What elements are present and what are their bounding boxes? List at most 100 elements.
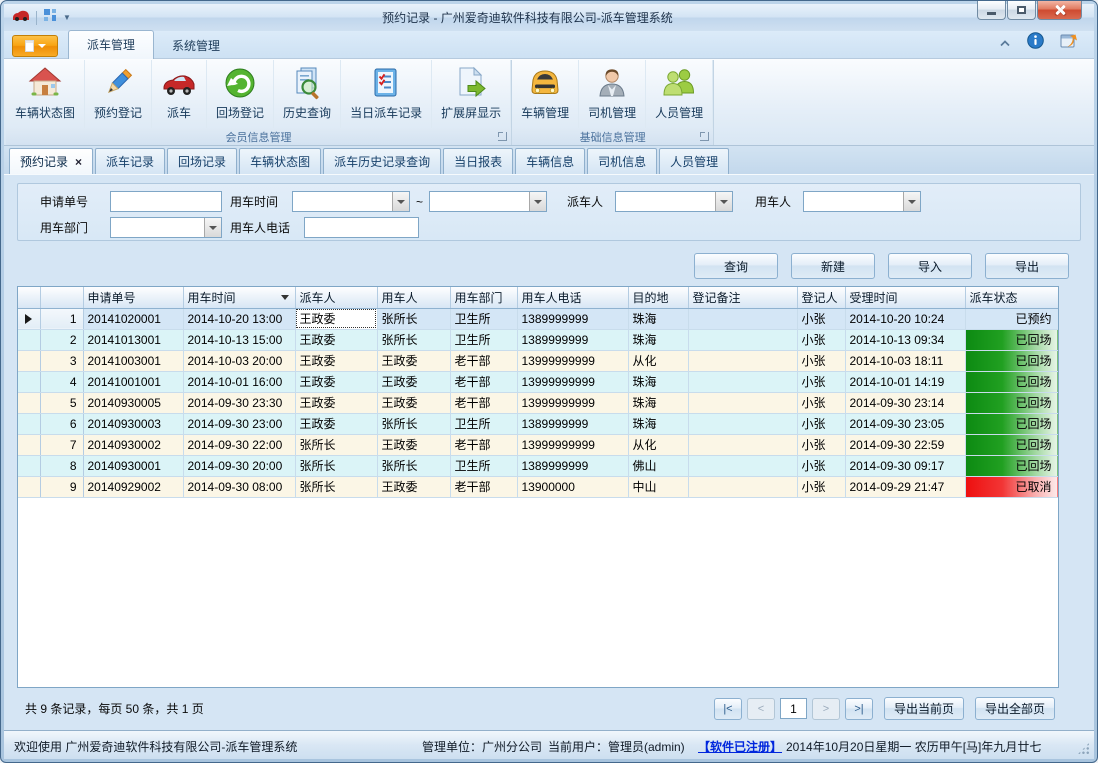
document-tab[interactable]: 车辆状态图 [239, 148, 321, 174]
cell-registrar[interactable]: 小张 [797, 476, 845, 497]
cell-dept[interactable]: 卫生所 [450, 329, 517, 350]
cell-dept[interactable]: 老干部 [450, 434, 517, 455]
cell-accept-time[interactable]: 2014-10-03 18:11 [845, 350, 965, 371]
cell-registrar[interactable]: 小张 [797, 329, 845, 350]
cell-dispatcher[interactable]: 王政委 [295, 308, 377, 329]
document-tab[interactable]: 司机信息 [587, 148, 657, 174]
column-header[interactable]: 派车状态 [965, 287, 1058, 308]
cell-phone[interactable]: 13999999999 [517, 350, 628, 371]
cell-user[interactable]: 张所长 [377, 413, 450, 434]
cell-dispatcher[interactable]: 王政委 [295, 413, 377, 434]
dispatcher-combo[interactable] [615, 191, 733, 212]
cell-registrar[interactable]: 小张 [797, 434, 845, 455]
document-tab[interactable]: 人员管理 [659, 148, 729, 174]
dialog-launcher-icon[interactable] [498, 132, 507, 141]
cell-use-time[interactable]: 2014-09-30 23:30 [183, 392, 295, 413]
cell-remark[interactable] [688, 350, 797, 371]
cell-order-no[interactable]: 20140930005 [83, 392, 183, 413]
next-page-button[interactable]: > [812, 698, 840, 720]
ribbon-button[interactable]: 司机管理 [579, 60, 646, 128]
registered-link[interactable]: 【软件已注册】 [698, 738, 782, 755]
cell-registrar[interactable]: 小张 [797, 371, 845, 392]
order-no-input[interactable] [110, 191, 222, 212]
document-tab[interactable]: 回场记录 [167, 148, 237, 174]
cell-use-time[interactable]: 2014-09-30 20:00 [183, 455, 295, 476]
table-row[interactable]: 6 20140930003 2014-09-30 23:00 王政委 张所长 卫… [18, 413, 1058, 434]
cell-user[interactable]: 王政委 [377, 350, 450, 371]
column-header[interactable]: 用车时间 [183, 287, 295, 308]
cell-status[interactable]: 已回场 [965, 434, 1058, 455]
cell-registrar[interactable]: 小张 [797, 308, 845, 329]
cell-order-no[interactable]: 20141003001 [83, 350, 183, 371]
cell-status[interactable]: 已回场 [965, 413, 1058, 434]
dept-combo[interactable] [110, 217, 222, 238]
ribbon-button[interactable]: 当日派车记录 [341, 60, 432, 128]
cell-destination[interactable]: 珠海 [628, 308, 688, 329]
cell-phone[interactable]: 1389999999 [517, 455, 628, 476]
document-tab[interactable]: 车辆信息 [515, 148, 585, 174]
app-menu-button[interactable] [12, 35, 58, 57]
cell-phone[interactable]: 13900000 [517, 476, 628, 497]
cell-accept-time[interactable]: 2014-10-20 10:24 [845, 308, 965, 329]
cell-destination[interactable]: 珠海 [628, 392, 688, 413]
cell-accept-time[interactable]: 2014-10-01 14:19 [845, 371, 965, 392]
column-header[interactable]: 用车人电话 [517, 287, 628, 308]
cell-registrar[interactable]: 小张 [797, 350, 845, 371]
restore-button[interactable] [1007, 1, 1036, 20]
cell-user[interactable]: 张所长 [377, 329, 450, 350]
cell-user[interactable]: 王政委 [377, 434, 450, 455]
cell-status[interactable]: 已回场 [965, 329, 1058, 350]
chevron-down-icon[interactable] [903, 192, 920, 211]
about-window-icon[interactable] [1060, 33, 1078, 54]
column-header[interactable]: 登记备注 [688, 287, 797, 308]
ribbon-button[interactable]: 派车 [152, 60, 207, 128]
action-button[interactable]: 查询 [694, 253, 778, 279]
ribbon-button[interactable]: 回场登记 [207, 60, 274, 128]
chevron-down-icon[interactable]: ▼ [63, 13, 71, 22]
cell-user[interactable]: 王政委 [377, 476, 450, 497]
cell-registrar[interactable]: 小张 [797, 392, 845, 413]
cell-destination[interactable]: 珠海 [628, 371, 688, 392]
cell-order-no[interactable]: 20140929002 [83, 476, 183, 497]
use-time-to-combo[interactable] [429, 191, 547, 212]
cell-use-time[interactable]: 2014-09-30 08:00 [183, 476, 295, 497]
cell-use-time[interactable]: 2014-09-30 22:00 [183, 434, 295, 455]
cell-dept[interactable]: 老干部 [450, 476, 517, 497]
chevron-down-icon[interactable] [392, 192, 409, 211]
column-header[interactable]: 用车部门 [450, 287, 517, 308]
cell-status[interactable]: 已回场 [965, 392, 1058, 413]
column-header[interactable]: 申请单号 [83, 287, 183, 308]
ribbon-button[interactable]: 人员管理 [646, 60, 713, 128]
cell-status[interactable]: 已回场 [965, 455, 1058, 476]
cell-phone[interactable]: 13999999999 [517, 434, 628, 455]
resize-grip-icon[interactable] [1077, 742, 1090, 755]
cell-destination[interactable]: 从化 [628, 350, 688, 371]
ribbon-tab[interactable]: 派车管理 [68, 30, 154, 59]
cell-order-no[interactable]: 20140930001 [83, 455, 183, 476]
cell-destination[interactable]: 从化 [628, 434, 688, 455]
table-row[interactable]: 7 20140930002 2014-09-30 22:00 张所长 王政委 老… [18, 434, 1058, 455]
cell-destination[interactable]: 佛山 [628, 455, 688, 476]
ribbon-button[interactable]: 扩展屏显示 [432, 60, 511, 128]
close-button[interactable] [1037, 1, 1082, 20]
action-button[interactable]: 导入 [888, 253, 972, 279]
cell-status[interactable]: 已回场 [965, 350, 1058, 371]
document-tab[interactable]: 当日报表 [443, 148, 513, 174]
user-combo[interactable] [803, 191, 921, 212]
cell-use-time[interactable]: 2014-09-30 23:00 [183, 413, 295, 434]
table-row[interactable]: 1 20141020001 2014-10-20 13:00 王政委 张所长 卫… [18, 308, 1058, 329]
ribbon-tab[interactable]: 系统管理 [154, 32, 238, 58]
cell-order-no[interactable]: 20141020001 [83, 308, 183, 329]
cell-use-time[interactable]: 2014-10-13 15:00 [183, 329, 295, 350]
cell-accept-time[interactable]: 2014-09-30 23:05 [845, 413, 965, 434]
chevron-down-icon[interactable] [715, 192, 732, 211]
table-row[interactable]: 2 20141013001 2014-10-13 15:00 王政委 张所长 卫… [18, 329, 1058, 350]
cell-phone[interactable]: 1389999999 [517, 308, 628, 329]
action-button[interactable]: 导出 [985, 253, 1069, 279]
cell-dept[interactable]: 卫生所 [450, 413, 517, 434]
cell-accept-time[interactable]: 2014-09-30 22:59 [845, 434, 965, 455]
cell-remark[interactable] [688, 476, 797, 497]
cell-order-no[interactable]: 20140930002 [83, 434, 183, 455]
ribbon-button[interactable]: 车辆管理 [512, 60, 579, 128]
table-row[interactable]: 3 20141003001 2014-10-03 20:00 王政委 王政委 老… [18, 350, 1058, 371]
